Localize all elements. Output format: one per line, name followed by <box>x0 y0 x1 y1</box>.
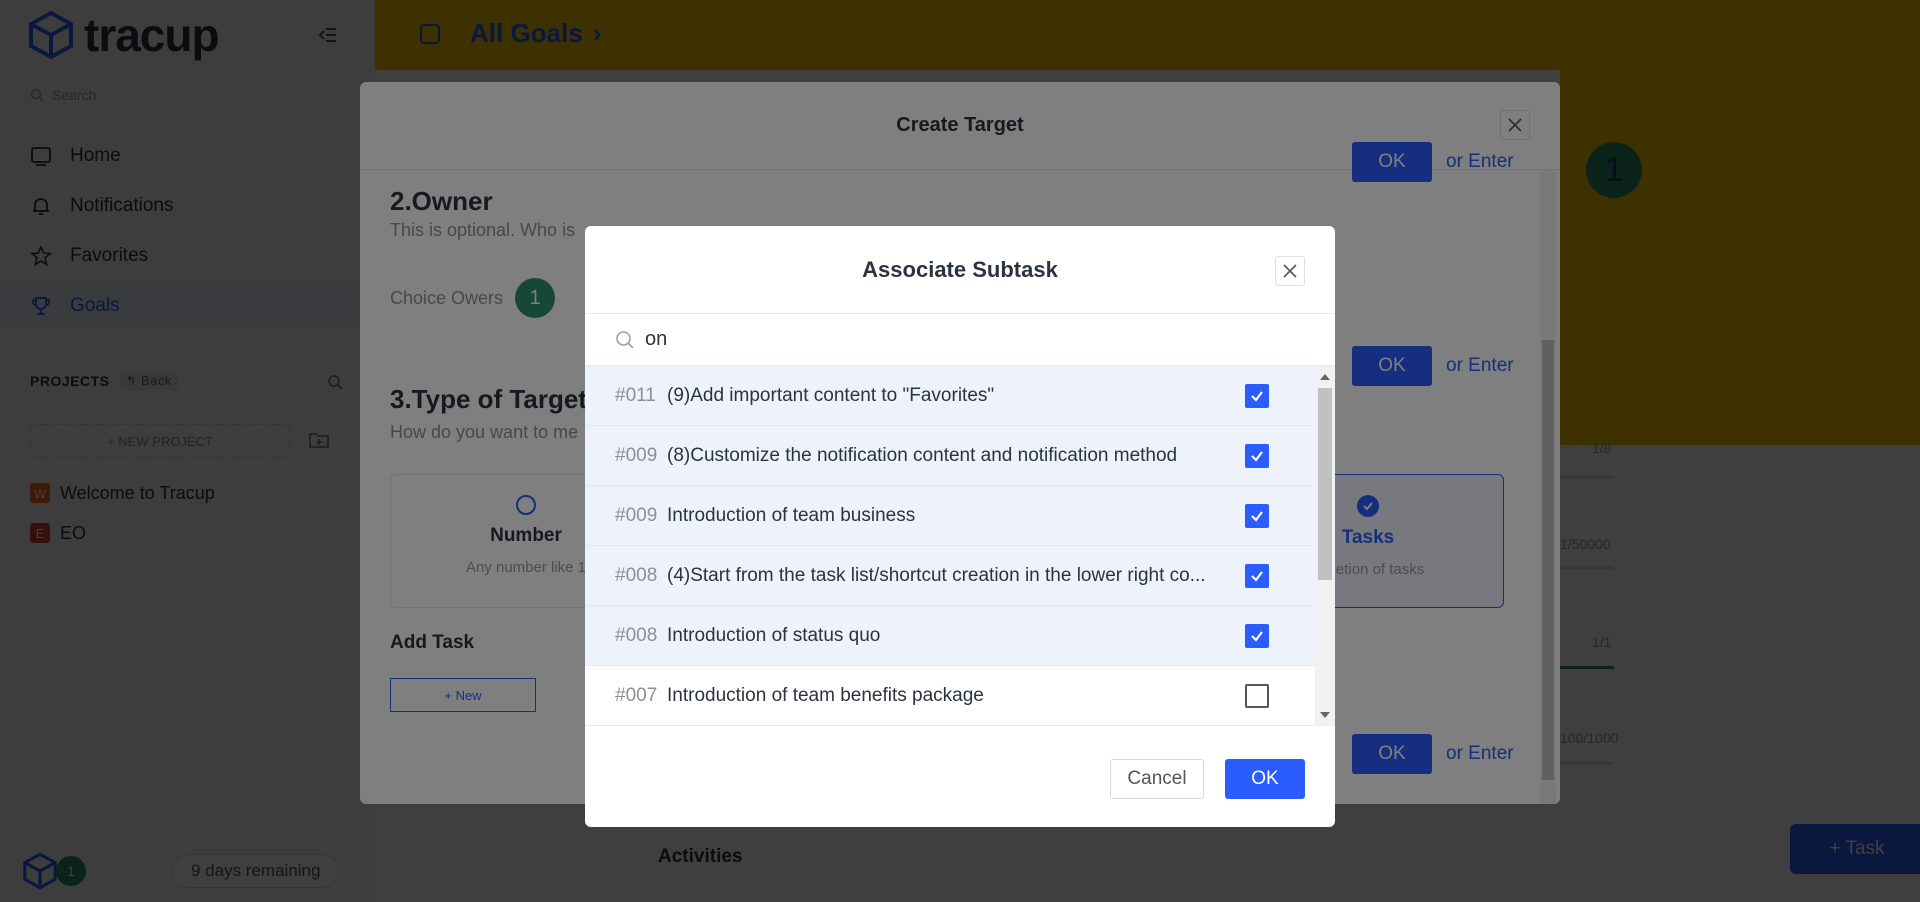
close-icon <box>1283 264 1297 278</box>
scroll-up-arrow-icon[interactable] <box>1320 374 1330 380</box>
subtask-checkbox[interactable] <box>1245 384 1269 408</box>
subtask-search-input[interactable] <box>645 328 1245 351</box>
subtask-title: Introduction of status quo <box>667 624 881 646</box>
subtask-row[interactable]: #007 Introduction of team benefits packa… <box>585 666 1315 726</box>
subtask-row[interactable]: #009 Introduction of team business <box>585 486 1315 546</box>
checkmark-icon <box>1251 451 1263 462</box>
checkmark-icon <box>1251 631 1263 642</box>
subtask-id: #008 <box>615 564 658 586</box>
subtask-title: (4)Start from the task list/shortcut cre… <box>667 564 1206 586</box>
subtask-id: #009 <box>615 504 658 526</box>
checkmark-icon <box>1251 571 1263 582</box>
subtask-id: #009 <box>615 444 658 466</box>
subtask-list-scrollbar[interactable] <box>1315 366 1335 726</box>
subtask-id: #007 <box>615 684 658 706</box>
subtask-checkbox[interactable] <box>1245 684 1269 708</box>
search-icon <box>616 330 634 349</box>
subtask-row[interactable]: #009 (8)Customize the notification conte… <box>585 426 1315 486</box>
associate-footer: Cancel OK <box>585 726 1335 827</box>
subtask-checkbox[interactable] <box>1245 624 1269 648</box>
checkmark-icon <box>1251 391 1263 402</box>
subtask-title: Introduction of team benefits package <box>667 684 984 706</box>
scrollbar-thumb[interactable] <box>1318 388 1332 580</box>
subtask-list: #011 (9)Add important content to "Favori… <box>585 366 1315 726</box>
subtask-checkbox[interactable] <box>1245 564 1269 588</box>
subtask-title: (9)Add important content to "Favorites" <box>667 384 995 406</box>
ok-button[interactable]: OK <box>1225 759 1305 799</box>
subtask-id: #008 <box>615 624 658 646</box>
subtask-id: #011 <box>615 384 656 406</box>
subtask-row[interactable]: #008 Introduction of status quo <box>585 606 1315 666</box>
subtask-checkbox[interactable] <box>1245 444 1269 468</box>
subtask-row[interactable]: #008 (4)Start from the task list/shortcu… <box>585 546 1315 606</box>
checkmark-icon <box>1251 511 1263 522</box>
associate-close-button[interactable] <box>1275 256 1305 286</box>
subtask-checkbox[interactable] <box>1245 504 1269 528</box>
associate-subtask-dialog: Associate Subtask #011 (9)Add important … <box>585 226 1335 827</box>
subtask-row[interactable]: #011 (9)Add important content to "Favori… <box>585 366 1315 426</box>
subtask-search-bar <box>585 314 1335 366</box>
cancel-button[interactable]: Cancel <box>1110 759 1204 799</box>
subtask-title: (8)Customize the notification content an… <box>667 444 1178 466</box>
associate-subtask-title: Associate Subtask <box>585 226 1335 314</box>
subtask-title: Introduction of team business <box>667 504 916 526</box>
scroll-down-arrow-icon[interactable] <box>1320 712 1330 718</box>
